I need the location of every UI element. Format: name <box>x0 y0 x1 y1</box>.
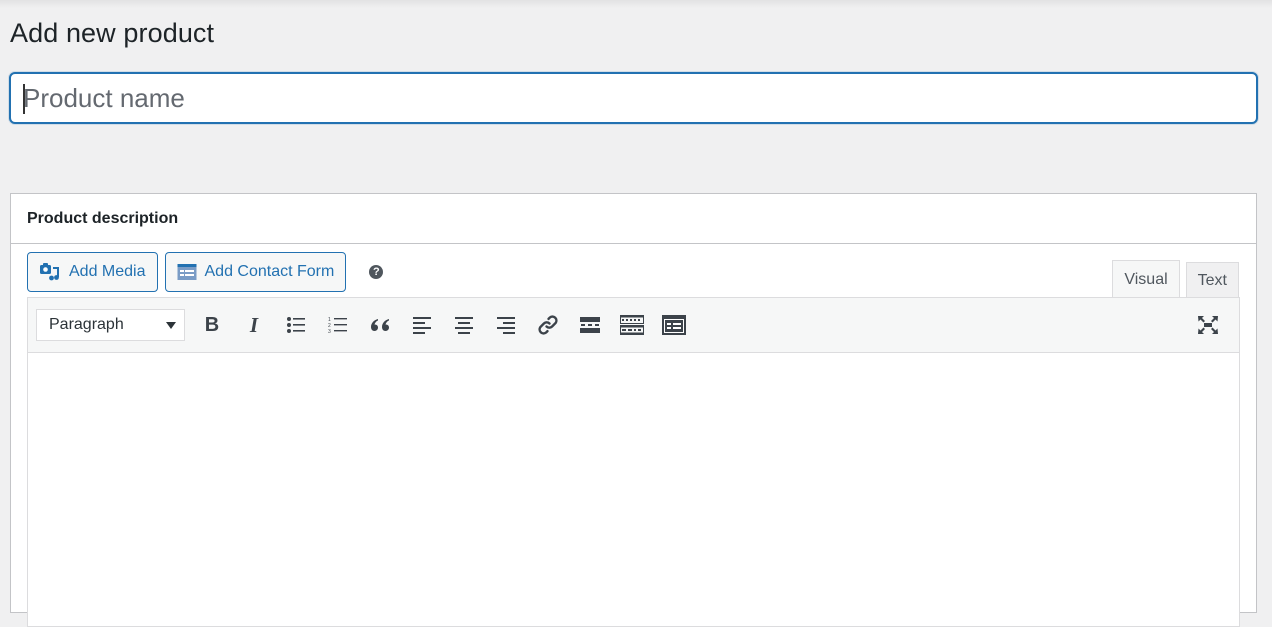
add-media-button[interactable]: Add Media <box>27 252 158 292</box>
add-media-label: Add Media <box>69 263 146 280</box>
bold-icon: B <box>204 313 220 336</box>
editor-container: Paragraph B I 1 2 3 <box>27 297 1240 627</box>
align-left-icon <box>413 317 431 334</box>
insert-form-button[interactable] <box>653 309 695 341</box>
italic-button[interactable]: I <box>233 309 275 341</box>
postbox-header: Product description <box>11 194 1256 244</box>
product-name-input[interactable] <box>11 74 1256 122</box>
read-more-icon <box>580 317 600 333</box>
bold-button[interactable]: B <box>191 309 233 341</box>
fullscreen-icon <box>1198 316 1218 334</box>
page-title: Add new product <box>10 18 215 48</box>
media-buttons: Add Media Add Contact Form ? <box>27 252 384 292</box>
italic-icon: I <box>249 312 259 337</box>
format-select-value: Paragraph <box>49 316 124 333</box>
numbered-list-icon: 1 2 3 <box>328 317 347 334</box>
form-icon <box>662 315 686 335</box>
contact-form-icon <box>177 263 197 281</box>
read-more-button[interactable] <box>569 309 611 341</box>
tab-text[interactable]: Text <box>1185 262 1239 299</box>
align-right-button[interactable] <box>485 309 527 341</box>
toolbar-toggle-icon <box>620 315 644 335</box>
top-shadow <box>0 0 1272 8</box>
align-center-icon <box>455 317 473 334</box>
editor-toolbar: Paragraph B I 1 2 3 <box>28 298 1239 353</box>
media-icon <box>39 262 61 282</box>
bulleted-list-button[interactable] <box>275 309 317 341</box>
help-icon[interactable]: ? <box>369 265 384 279</box>
blockquote-icon <box>371 319 389 331</box>
svg-text:3: 3 <box>328 329 331 334</box>
align-center-button[interactable] <box>443 309 485 341</box>
bulleted-list-icon <box>287 317 305 333</box>
product-description-box: Product description Add Media Add Contac… <box>10 193 1257 627</box>
align-left-button[interactable] <box>401 309 443 341</box>
text-caret <box>23 84 25 114</box>
editor-tabs: Visual Text <box>1106 260 1239 299</box>
format-select[interactable]: Paragraph <box>36 309 185 341</box>
toolbar-toggle-button[interactable] <box>611 309 653 341</box>
insert-link-button[interactable] <box>527 309 569 341</box>
align-right-icon <box>497 317 515 334</box>
chevron-down-icon <box>166 321 176 329</box>
blockquote-button[interactable] <box>359 309 401 341</box>
numbered-list-button[interactable]: 1 2 3 <box>317 309 359 341</box>
add-contact-form-label: Add Contact Form <box>204 263 335 280</box>
fullscreen-button[interactable] <box>1187 309 1229 341</box>
postbox-title: Product description <box>27 209 179 227</box>
tab-visual[interactable]: Visual <box>1112 260 1180 299</box>
link-icon <box>538 315 558 335</box>
editor-content-area[interactable] <box>28 353 1239 626</box>
product-name-field-wrapper <box>9 72 1258 124</box>
add-contact-form-button[interactable]: Add Contact Form <box>164 252 347 292</box>
